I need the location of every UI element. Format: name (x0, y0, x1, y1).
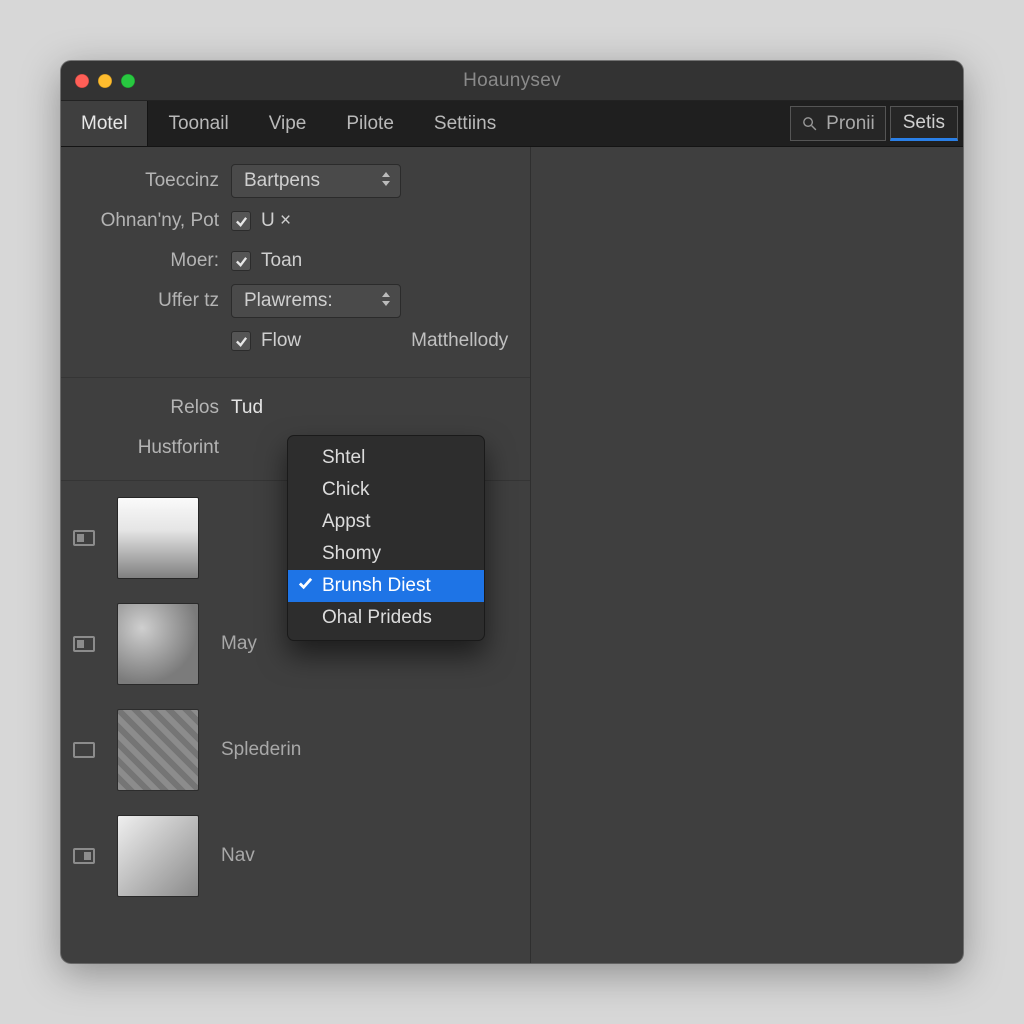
menu-item-label: Chick (322, 479, 370, 501)
checkbox-toan[interactable]: Toan (231, 250, 302, 272)
window-title: Hoaunysev (463, 70, 561, 92)
tab-motel[interactable]: Motel (61, 101, 148, 146)
setis-label: Setis (903, 112, 945, 134)
right-panel (531, 147, 963, 963)
menu-item-label: Appst (322, 511, 371, 533)
list-item[interactable]: Splederin (73, 709, 518, 791)
close-icon[interactable] (75, 74, 89, 88)
select-toeccinz[interactable]: Bartpens (231, 164, 401, 198)
tab-label: Settiins (434, 113, 496, 135)
value-relos[interactable]: Tud (231, 397, 263, 419)
zoom-icon[interactable] (121, 74, 135, 88)
label-uffer: Uffer tz (73, 290, 231, 312)
checkbox-label: Toan (261, 250, 302, 272)
minimize-icon[interactable] (98, 74, 112, 88)
menu-item-label: Shtel (322, 447, 365, 469)
menu-item[interactable]: Shtel (288, 442, 484, 474)
menu-item-label: Ohal Prideds (322, 607, 432, 629)
tab-label: Pilote (346, 113, 394, 135)
checkbox-flow[interactable]: Flow (231, 330, 301, 352)
checkbox-label: U × (261, 210, 291, 232)
item-caption: Nav (221, 845, 255, 867)
settings-form: Toeccinz Bartpens Ohnan'ny, Pot U (61, 147, 530, 378)
menu-item-label: Brunsh Diest (322, 575, 431, 597)
menu-item[interactable]: Appst (288, 506, 484, 538)
search-placeholder: Pronii (826, 113, 875, 135)
visibility-icon[interactable] (73, 636, 95, 652)
label-toeccinz: Toeccinz (73, 170, 231, 192)
thumbnail (117, 815, 199, 897)
select-value: Bartpens (244, 170, 320, 192)
menu-item[interactable]: Chick (288, 474, 484, 506)
thumbnail (117, 603, 199, 685)
dropdown-menu: Shtel Chick Appst Shomy Brunsh Diest Oha… (287, 435, 485, 641)
checkbox-icon (231, 251, 251, 271)
tab-vipe[interactable]: Vipe (249, 101, 327, 146)
menu-item[interactable]: Ohal Prideds (288, 602, 484, 634)
checkbox-label: Flow (261, 330, 301, 352)
tab-settings[interactable]: Settiins (414, 101, 516, 146)
item-caption: Splederin (221, 739, 301, 761)
setis-button[interactable]: Setis (890, 106, 958, 141)
tab-pilote[interactable]: Pilote (326, 101, 414, 146)
visibility-icon[interactable] (73, 848, 95, 864)
titlebar: Hoaunysev (61, 61, 963, 101)
toolbar-right: Pronii Setis (790, 101, 963, 146)
search-icon (801, 115, 818, 132)
checkbox-ux[interactable]: U × (231, 210, 291, 232)
window-controls (75, 74, 135, 88)
checkbox-icon (231, 331, 251, 351)
tab-toonail[interactable]: Toonail (148, 101, 248, 146)
chevron-updown-icon (380, 290, 392, 312)
select-value: Plawrems: (244, 290, 333, 312)
label-ohnanpot: Ohnan'ny, Pot (73, 210, 231, 232)
visibility-icon[interactable] (73, 530, 95, 546)
tab-label: Toonail (168, 113, 228, 135)
label-hustforint: Hustforint (73, 437, 231, 459)
visibility-icon[interactable] (73, 742, 95, 758)
check-icon (298, 575, 313, 597)
label-relos: Relos (73, 397, 231, 419)
chevron-updown-icon (380, 170, 392, 192)
tab-bar: Motel Toonail Vipe Pilote Settiins Proni… (61, 101, 963, 147)
label-matthellody: Matthellody (411, 330, 508, 352)
tab-label: Vipe (269, 113, 307, 135)
thumbnail (117, 497, 199, 579)
menu-item-selected[interactable]: Brunsh Diest (288, 570, 484, 602)
content-area: Toeccinz Bartpens Ohnan'ny, Pot U (61, 147, 963, 963)
menu-item-label: Shomy (322, 543, 381, 565)
search-input[interactable]: Pronii (790, 106, 886, 141)
app-window: Hoaunysev Motel Toonail Vipe Pilote Sett… (61, 61, 963, 963)
item-caption: May (221, 633, 257, 655)
tab-label: Motel (81, 113, 127, 135)
label-moer: Moer: (73, 250, 231, 272)
select-uffer[interactable]: Plawrems: (231, 284, 401, 318)
list-item[interactable]: Nav (73, 815, 518, 897)
menu-item[interactable]: Shomy (288, 538, 484, 570)
thumbnail (117, 709, 199, 791)
checkbox-icon (231, 211, 251, 231)
